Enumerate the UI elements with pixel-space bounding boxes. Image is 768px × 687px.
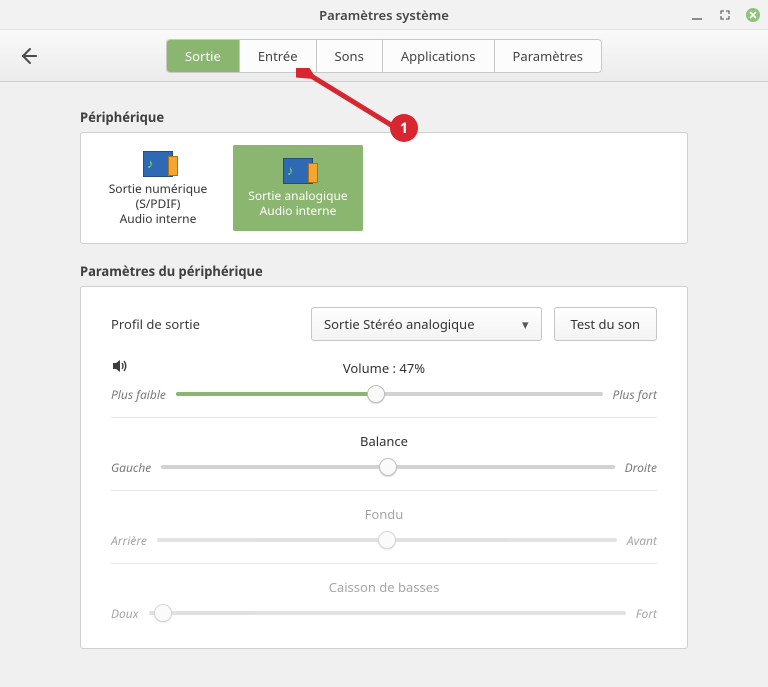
maximize-button[interactable]	[718, 8, 732, 22]
sub-right-label: Fort	[636, 605, 657, 622]
sub-left-label: Doux	[111, 605, 139, 622]
chevron-down-icon: ▾	[522, 315, 529, 333]
tab-sons[interactable]: Sons	[317, 40, 383, 72]
balance-title: Balance	[111, 432, 657, 450]
balance-block: Balance Gauche Droite	[111, 432, 657, 476]
settings-panel: Profil de sortie Sortie Stéréo analogiqu…	[80, 286, 688, 649]
section-device-label: Périphérique	[80, 108, 688, 126]
divider	[111, 490, 657, 491]
profile-label: Profil de sortie	[111, 315, 311, 333]
soundcard-icon: ♪	[143, 151, 173, 177]
divider	[111, 417, 657, 418]
tab-parametres[interactable]: Paramètres	[495, 40, 601, 72]
window-controls	[690, 0, 760, 30]
volume-right-label: Plus fort	[613, 386, 657, 403]
device-line1: Sortie numérique (S/PDIF)	[93, 181, 223, 211]
balance-left-label: Gauche	[111, 459, 151, 476]
fade-right-label: Avant	[627, 532, 657, 549]
volume-title: Volume : 47%	[343, 359, 425, 377]
profile-selected: Sortie Stéréo analogique	[324, 315, 475, 333]
sub-block: Caisson de basses Doux Fort	[111, 578, 657, 622]
device-card-analog[interactable]: ♪ Sortie analogique Audio interne	[233, 145, 363, 231]
fade-title: Fondu	[111, 505, 657, 523]
section-settings-label: Paramètres du périphérique	[80, 262, 688, 280]
device-line2: Audio interne	[260, 203, 337, 218]
back-button[interactable]	[16, 44, 40, 68]
device-line1: Sortie analogique	[248, 188, 347, 203]
sub-slider	[149, 604, 626, 622]
balance-slider[interactable]	[161, 458, 614, 476]
volume-block: Volume : 47% Plus faible Plus fort	[111, 359, 657, 403]
volume-left-label: Plus faible	[111, 386, 166, 403]
tab-applications[interactable]: Applications	[383, 40, 495, 72]
tab-strip: Sortie Entrée Sons Applications Paramètr…	[166, 39, 602, 73]
test-sound-button[interactable]: Test du son	[554, 307, 658, 341]
device-panel: ♪ Sortie numérique (S/PDIF) Audio intern…	[80, 132, 688, 244]
sub-title: Caisson de basses	[111, 578, 657, 596]
soundcard-icon: ♪	[283, 158, 313, 184]
fade-slider	[157, 531, 617, 549]
content: Périphérique ♪ Sortie numérique (S/PDIF)…	[0, 82, 768, 649]
minimize-button[interactable]	[690, 8, 704, 22]
headerbar: Sortie Entrée Sons Applications Paramètr…	[0, 30, 768, 82]
tab-sortie[interactable]: Sortie	[167, 40, 240, 72]
window-title: Paramètres système	[319, 6, 449, 24]
close-button[interactable]	[746, 8, 760, 22]
volume-title-row: Volume : 47%	[111, 359, 657, 377]
tab-entree[interactable]: Entrée	[240, 40, 317, 72]
profile-select[interactable]: Sortie Stéréo analogique ▾	[311, 307, 542, 341]
divider	[111, 563, 657, 564]
speaker-icon	[111, 357, 129, 379]
device-card-spdif[interactable]: ♪ Sortie numérique (S/PDIF) Audio intern…	[93, 145, 223, 231]
fade-block: Fondu Arrière Avant	[111, 505, 657, 549]
balance-right-label: Droite	[625, 459, 657, 476]
device-line2: Audio interne	[120, 211, 197, 226]
volume-slider[interactable]	[176, 385, 603, 403]
profile-row: Profil de sortie Sortie Stéréo analogiqu…	[111, 307, 657, 341]
fade-left-label: Arrière	[111, 532, 147, 549]
titlebar: Paramètres système	[0, 0, 768, 30]
